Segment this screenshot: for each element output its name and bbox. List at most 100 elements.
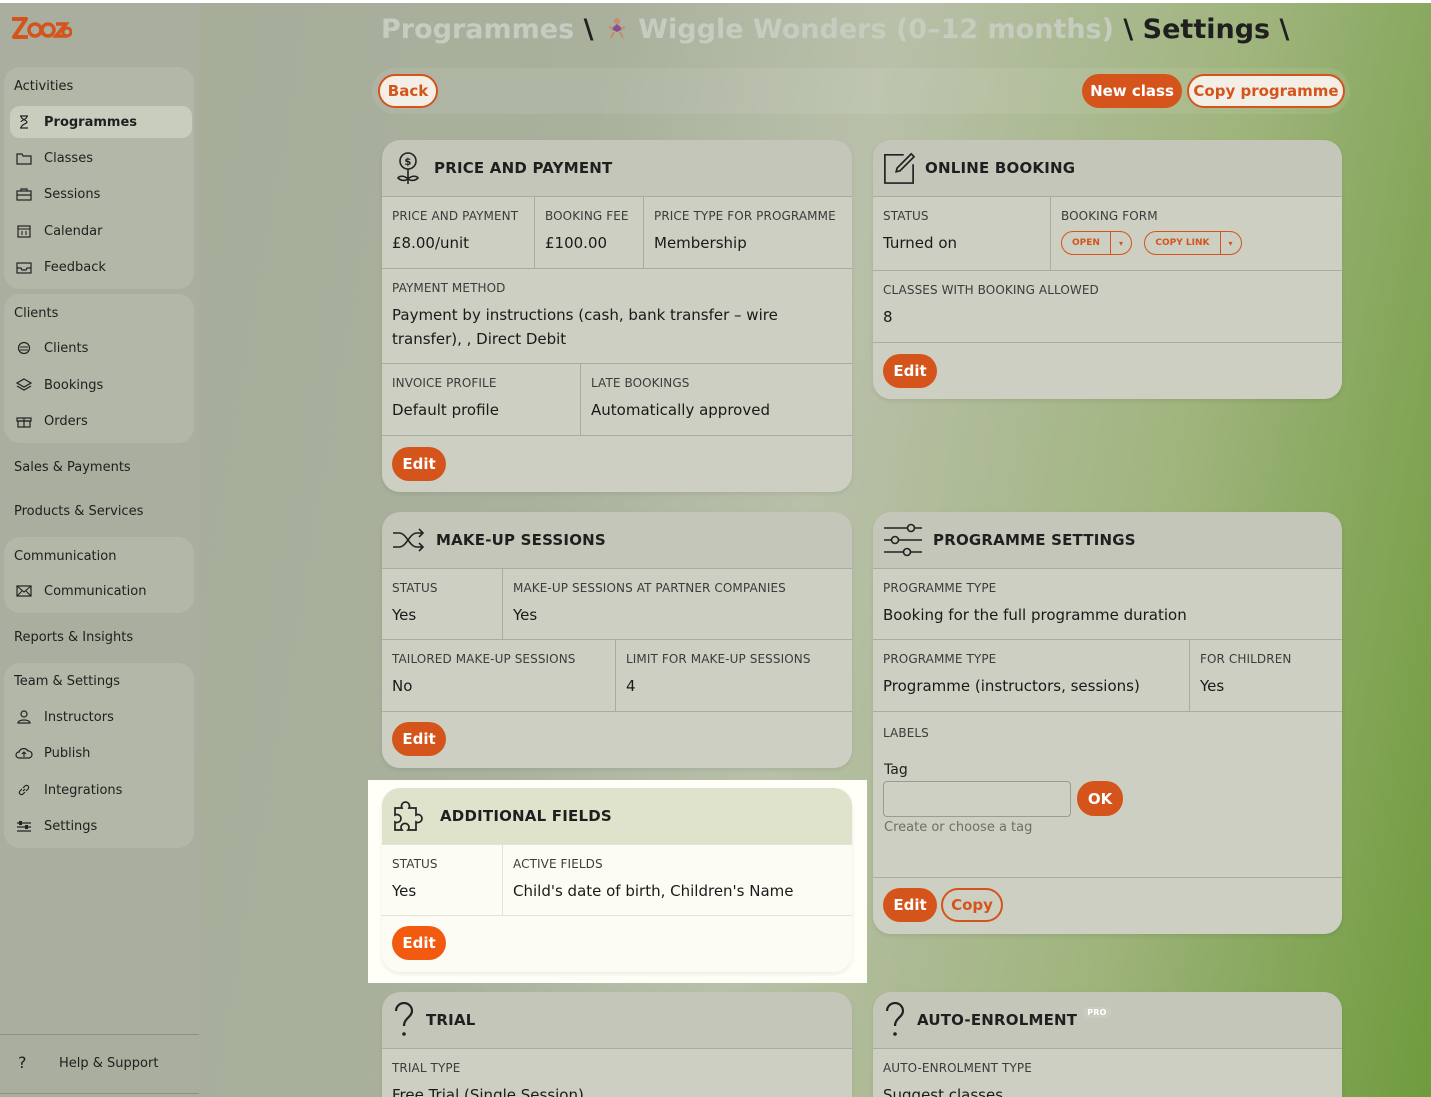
sidebar-item-label: Sessions xyxy=(44,186,101,202)
edit-button[interactable]: Edit xyxy=(883,354,937,388)
breadcrumb-separator: \ xyxy=(1279,14,1290,45)
zooza-logo[interactable] xyxy=(10,13,73,43)
copy-button[interactable]: Copy xyxy=(941,888,1003,922)
field-label: PROGRAMME TYPE xyxy=(883,652,997,666)
pro-badge: PRO xyxy=(1083,1006,1111,1018)
edit-button[interactable]: Edit xyxy=(392,926,446,960)
card-header: TRIAL xyxy=(382,992,852,1048)
classes-allowed-cell: CLASSES WITH BOOKING ALLOWED 8 xyxy=(873,271,1342,342)
team-title: Team & Settings xyxy=(14,674,121,689)
for-children-cell: FOR CHILDREN Yes xyxy=(1189,640,1342,711)
svg-text:$: $ xyxy=(404,157,411,168)
folder-icon xyxy=(14,148,34,168)
help-support[interactable]: ? Help & Support xyxy=(0,1034,199,1094)
sidebar-item-label: Integrations xyxy=(44,782,123,798)
field-label: INVOICE PROFILE xyxy=(392,376,497,390)
new-class-button[interactable]: New class xyxy=(1082,74,1182,108)
late-bookings-cell: LATE BOOKINGS Automatically approved xyxy=(580,364,852,435)
chevron-down-icon[interactable]: ▾ xyxy=(1109,232,1131,254)
sidebar-item-classes[interactable]: Classes xyxy=(10,142,192,174)
dancer-icon xyxy=(603,15,629,41)
field-label: PRICE AND PAYMENT xyxy=(392,209,519,223)
field-value: £8.00/unit xyxy=(392,234,470,252)
cloud-icon xyxy=(14,743,34,763)
sidebar-item-sales[interactable]: Sales & Payments xyxy=(14,460,131,475)
copy-link-button[interactable]: COPY LINK ▾ xyxy=(1144,231,1242,255)
sidebar: Activities Programmes Classes Sessions C… xyxy=(0,3,199,1097)
breadcrumb-separator: \ xyxy=(583,14,594,45)
programme-settings-card: PROGRAMME SETTINGS PROGRAMME TYPE Bookin… xyxy=(873,512,1342,934)
chevron-down-icon[interactable]: ▾ xyxy=(1219,232,1241,254)
makeup-sessions-card: MAKE-UP SESSIONS STATUS Yes MAKE-UP SESS… xyxy=(382,512,852,768)
booking-form-cell: BOOKING FORM OPEN ▾ COPY LINK ▾ xyxy=(1050,197,1342,270)
invoice-profile-cell: INVOICE PROFILE Default profile xyxy=(382,364,580,435)
auto-type-cell: AUTO-ENROLMENT TYPE Suggest classes xyxy=(873,1049,1342,1097)
card-title: PROGRAMME SETTINGS xyxy=(933,531,1136,549)
field-label: MAKE-UP SESSIONS AT PARTNER COMPANIES xyxy=(513,581,786,595)
price-row-2: PAYMENT METHOD Payment by instructions (… xyxy=(382,268,852,363)
sidebar-item-settings[interactable]: Settings xyxy=(10,810,192,842)
sidebar-item-integrations[interactable]: Integrations xyxy=(10,774,192,806)
sidebar-item-feedback[interactable]: Feedback xyxy=(10,251,192,283)
edit-button[interactable]: Edit xyxy=(392,722,446,756)
field-label: BOOKING FEE xyxy=(545,209,629,223)
sidebar-item-label: Communication xyxy=(44,583,147,599)
activities-group: Activities Programmes Classes Sessions C… xyxy=(4,67,194,289)
field-label: BOOKING FORM xyxy=(1061,209,1158,223)
sidebar-item-bookings[interactable]: Bookings xyxy=(10,369,192,401)
edit-button[interactable]: Edit xyxy=(392,447,446,481)
limit-cell: LIMIT FOR MAKE-UP SESSIONS 4 xyxy=(615,640,852,711)
gift-icon xyxy=(14,411,34,431)
makeup-row-1: STATUS Yes MAKE-UP SESSIONS AT PARTNER C… xyxy=(382,568,852,639)
card-title: ONLINE BOOKING xyxy=(925,159,1076,177)
sidebar-item-publish[interactable]: Publish xyxy=(10,737,192,769)
breadcrumb-programme-name[interactable]: Wiggle Wonders (0–12 months) xyxy=(638,14,1114,45)
field-label: LABELS xyxy=(883,726,929,740)
sidebar-item-label: Orders xyxy=(44,413,88,429)
field-value: 4 xyxy=(626,677,636,695)
sliders-icon xyxy=(883,523,923,557)
additional-row-1: STATUS Yes ACTIVE FIELDS Child's date of… xyxy=(382,844,852,915)
ok-button[interactable]: OK xyxy=(1077,781,1123,816)
sidebar-item-label: Settings xyxy=(44,818,98,834)
breadcrumb-settings: Settings xyxy=(1142,14,1271,45)
back-button[interactable]: Back xyxy=(378,74,438,108)
sidebar-item-clients[interactable]: Clients xyxy=(10,332,192,364)
field-label: TRIAL TYPE xyxy=(392,1061,461,1075)
booking-fee-cell: BOOKING FEE £100.00 xyxy=(534,197,643,268)
layers-icon xyxy=(14,375,34,395)
active-fields-cell: ACTIVE FIELDS Child's date of birth, Chi… xyxy=(502,845,852,915)
top-border xyxy=(0,0,1431,3)
field-value: Automatically approved xyxy=(591,401,770,419)
edit-button[interactable]: Edit xyxy=(883,888,937,922)
sidebar-item-orders[interactable]: Orders xyxy=(10,405,192,437)
sidebar-item-products[interactable]: Products & Services xyxy=(14,504,143,519)
card-header: AUTO-ENROLMENT PRO xyxy=(873,992,1342,1048)
sidebar-item-label: Programmes xyxy=(44,114,138,130)
copy-programme-button[interactable]: Copy programme xyxy=(1187,74,1345,108)
sidebar-item-label: Bookings xyxy=(44,377,104,393)
sidebar-item-calendar[interactable]: Calendar xyxy=(10,215,192,247)
copy-link-label: COPY LINK xyxy=(1155,238,1210,248)
field-value: Child's date of birth, Children's Name xyxy=(513,882,794,900)
tag-input[interactable] xyxy=(883,781,1071,817)
open-form-button[interactable]: OPEN ▾ xyxy=(1061,231,1132,255)
sidebar-item-sessions[interactable]: Sessions xyxy=(10,178,192,210)
makeup-actions: Edit xyxy=(382,711,852,768)
card-header: PROGRAMME SETTINGS xyxy=(873,512,1342,568)
programme-actions: Edit Copy xyxy=(873,877,1342,934)
field-label: LIMIT FOR MAKE-UP SESSIONS xyxy=(626,652,811,666)
sidebar-item-instructors[interactable]: Instructors xyxy=(10,701,192,733)
question-icon xyxy=(883,1002,907,1037)
field-value: Membership xyxy=(654,234,747,252)
question-icon: ? xyxy=(18,1053,27,1072)
sidebar-item-programmes[interactable]: Programmes xyxy=(10,106,192,138)
sidebar-item-communication[interactable]: Communication xyxy=(10,575,192,607)
sidebar-item-label: Calendar xyxy=(44,223,103,239)
breadcrumb-programmes[interactable]: Programmes xyxy=(381,14,574,45)
sidebar-item-reports[interactable]: Reports & Insights xyxy=(14,630,133,645)
field-label: FOR CHILDREN xyxy=(1200,652,1292,666)
card-title: AUTO-ENROLMENT xyxy=(917,1011,1078,1029)
field-label: PAYMENT METHOD xyxy=(392,281,506,295)
price-actions: Edit xyxy=(382,435,852,492)
